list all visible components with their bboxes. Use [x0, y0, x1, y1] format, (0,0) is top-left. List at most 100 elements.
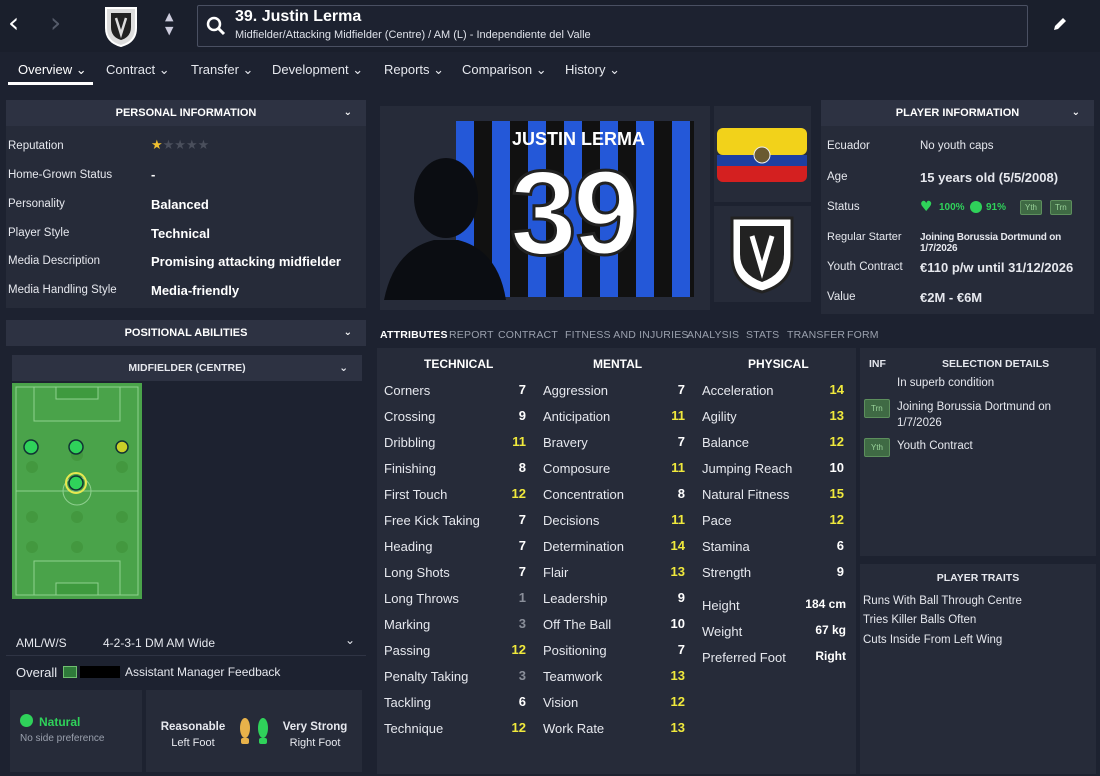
- subtab-stats[interactable]: STATS: [746, 329, 779, 341]
- attribute-row[interactable]: Balance 12: [698, 430, 848, 456]
- attribute-row[interactable]: Heading 7: [380, 534, 530, 560]
- subtab-transfer[interactable]: TRANSFER: [787, 329, 845, 341]
- position-selector[interactable]: MIDFIELDER (CENTRE) ⌄: [12, 355, 362, 381]
- attribute-row[interactable]: Jumping Reach 10: [698, 456, 848, 482]
- attribute-row[interactable]: Dribbling 11: [380, 430, 530, 456]
- physical-heading: PHYSICAL: [748, 357, 809, 371]
- attribute-value: 10: [670, 616, 685, 631]
- attribute-row[interactable]: Positioning 7: [539, 638, 689, 664]
- attribute-row[interactable]: Bravery 7: [539, 430, 689, 456]
- attribute-row[interactable]: Agility 13: [698, 404, 848, 430]
- youth-caps-value: No youth caps: [920, 140, 994, 152]
- attribute-row[interactable]: Work Rate 13: [539, 716, 689, 742]
- tactic-role[interactable]: AML/W/S: [16, 636, 67, 650]
- natural-dot-icon: [20, 714, 33, 727]
- edit-icon[interactable]: [1052, 16, 1068, 32]
- attribute-row[interactable]: Determination 14: [539, 534, 689, 560]
- player-info-header[interactable]: PLAYER INFORMATION ⌄: [821, 100, 1094, 126]
- attribute-row[interactable]: Stamina 6: [698, 534, 848, 560]
- attribute-row[interactable]: Natural Fitness 15: [698, 482, 848, 508]
- ecuador-flag-icon: [717, 128, 807, 182]
- attribute-row[interactable]: Finishing 8: [380, 456, 530, 482]
- attribute-row[interactable]: Free Kick Taking 7: [380, 508, 530, 534]
- subtab-analysis[interactable]: ANALYSIS: [687, 329, 739, 341]
- attribute-value: 11: [671, 408, 685, 423]
- attribute-name: Marking: [384, 617, 431, 632]
- attribute-row[interactable]: Corners 7: [380, 378, 530, 404]
- physical-list: Acceleration 14 Agility 13 Balance 12 Jumping …: [698, 378, 848, 586]
- attribute-value: 184 cm: [805, 597, 846, 611]
- overall-rating-bar: [80, 666, 120, 678]
- physical-extra-list: Height 184 cm Weight 67 kg Preferred Foot Rig…: [698, 593, 853, 671]
- attribute-row[interactable]: Passing 12: [380, 638, 530, 664]
- selection-details-heading: SELECTION DETAILS: [942, 358, 1050, 370]
- attribute-row[interactable]: Crossing 9: [380, 404, 530, 430]
- attribute-name: Natural Fitness: [702, 487, 790, 502]
- attribute-row[interactable]: Weight 67 kg: [698, 619, 850, 645]
- selection-item: Youth Contract: [897, 440, 973, 452]
- tab-reports[interactable]: Reports ⌄: [384, 62, 444, 78]
- chevron-down-icon[interactable]: ⌄: [345, 633, 355, 647]
- attribute-row[interactable]: Aggression 7: [539, 378, 689, 404]
- attribute-row[interactable]: Teamwork 13: [539, 664, 689, 690]
- subtab-contract[interactable]: CONTRACT: [498, 329, 558, 341]
- attribute-name: Teamwork: [543, 669, 603, 684]
- back-icon[interactable]: ‹: [8, 6, 19, 39]
- attribute-row[interactable]: Long Shots 7: [380, 560, 530, 586]
- attribute-row[interactable]: Leadership 9: [539, 586, 689, 612]
- tactic-formation[interactable]: 4-2-3-1 DM AM Wide: [103, 636, 215, 650]
- transfer-status-badge[interactable]: Trn: [1050, 200, 1072, 215]
- attribute-name: Technique: [384, 721, 444, 736]
- tab-development[interactable]: Development ⌄: [272, 62, 363, 78]
- tab-contract[interactable]: Contract ⌄: [106, 62, 170, 78]
- attribute-row[interactable]: Concentration 8: [539, 482, 689, 508]
- value-value: €2M - €6M: [920, 290, 983, 305]
- attribute-row[interactable]: Strength 9: [698, 560, 848, 586]
- reputation-stars: ★★★★★: [151, 138, 210, 153]
- attribute-name: Pace: [702, 513, 732, 528]
- tab-comparison[interactable]: Comparison ⌄: [462, 62, 547, 78]
- attribute-row[interactable]: Marking 3: [380, 612, 530, 638]
- attribute-row[interactable]: Height 184 cm: [698, 593, 850, 619]
- media-handling-label: Media Handling Style: [8, 284, 117, 296]
- tab-transfer[interactable]: Transfer ⌄: [191, 62, 253, 78]
- overall-label: Overall: [16, 665, 58, 680]
- attribute-value: 12: [511, 642, 526, 657]
- subtab-attributes[interactable]: ATTRIBUTES: [380, 329, 448, 341]
- attribute-row[interactable]: Decisions 11: [539, 508, 689, 534]
- youth-status-badge[interactable]: Yth: [1020, 200, 1043, 215]
- attribute-row[interactable]: Vision 12: [539, 690, 689, 716]
- status-label: Status: [827, 201, 860, 213]
- attribute-row[interactable]: First Touch 12: [380, 482, 530, 508]
- forward-icon[interactable]: ›: [50, 6, 61, 39]
- youth-badge: Yth: [864, 438, 891, 457]
- positional-header[interactable]: POSITIONAL ABILITIES ⌄: [6, 320, 366, 346]
- player-silhouette-icon: [384, 158, 506, 300]
- attribute-row[interactable]: Anticipation 11: [539, 404, 689, 430]
- attribute-row[interactable]: Composure 11: [539, 456, 689, 482]
- tab-history[interactable]: History ⌄: [565, 62, 620, 78]
- attribute-name: Crossing: [384, 409, 436, 424]
- tab-overview[interactable]: Overview ⌄: [18, 62, 87, 78]
- attribute-row[interactable]: Preferred Foot Right: [698, 645, 850, 671]
- attribute-row[interactable]: Acceleration 14: [698, 378, 848, 404]
- attribute-row[interactable]: Technique 12: [380, 716, 530, 742]
- personality-label: Personality: [8, 198, 65, 210]
- heart-icon: ♥: [920, 199, 933, 215]
- attribute-value: 15: [829, 486, 844, 501]
- personal-info-header[interactable]: PERSONAL INFORMATION ⌄: [6, 100, 366, 126]
- attribute-row[interactable]: Tackling 6: [380, 690, 530, 716]
- home-grown-label: Home-Grown Status: [8, 169, 113, 181]
- attribute-value: 6: [518, 694, 526, 709]
- assistant-feedback-link[interactable]: Assistant Manager Feedback: [125, 665, 280, 679]
- subtab-fitness[interactable]: FITNESS AND INJURIES: [565, 329, 689, 341]
- player-traits-heading: PLAYER TRAITS: [936, 572, 1020, 584]
- prev-next-player-arrows[interactable]: ▲ ▼: [165, 10, 173, 38]
- attribute-row[interactable]: Penalty Taking 3: [380, 664, 530, 690]
- subtab-report[interactable]: REPORT: [449, 329, 494, 341]
- subtab-form[interactable]: FORM: [847, 329, 879, 341]
- attribute-row[interactable]: Long Throws 1: [380, 586, 530, 612]
- attribute-row[interactable]: Flair 13: [539, 560, 689, 586]
- attribute-row[interactable]: Off The Ball 10: [539, 612, 689, 638]
- attribute-row[interactable]: Pace 12: [698, 508, 848, 534]
